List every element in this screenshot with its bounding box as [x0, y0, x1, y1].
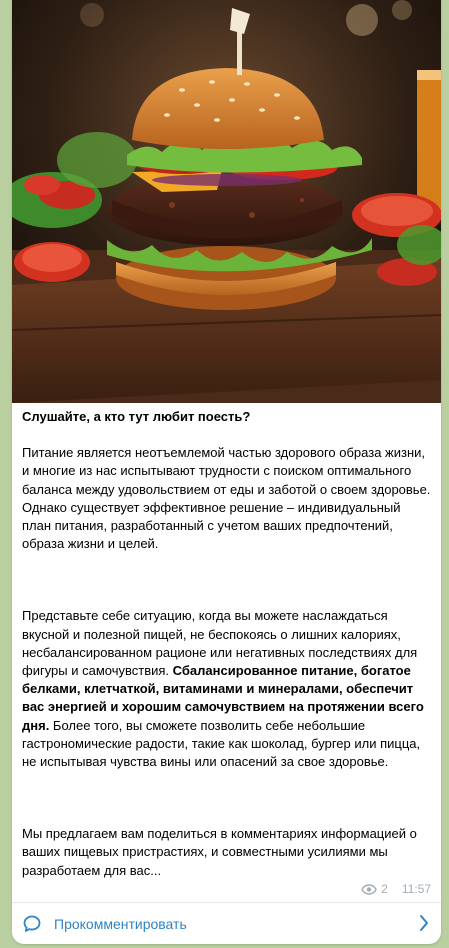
post-paragraph-3: Мы предлагаем вам поделиться в комментар…: [22, 826, 417, 878]
message-meta: 2 11:57: [361, 882, 431, 896]
paragraph-2-end: Более того, вы сможете позволить себе не…: [22, 717, 421, 770]
post-paragraph-1: Питание является неотъемлемой частью здо…: [22, 445, 431, 552]
message-time: 11:57: [401, 882, 431, 896]
comment-button[interactable]: Прокомментировать: [12, 903, 441, 944]
comment-button-label: Прокомментировать: [54, 915, 187, 932]
post-title: Слушайте, а кто тут любит поесть?: [22, 409, 251, 424]
burger-photo[interactable]: [12, 0, 441, 403]
eye-icon: [361, 883, 377, 895]
post-paragraph-2: Представьте себе ситуацию, когда вы може…: [22, 607, 432, 771]
post-text: Слушайте, а кто тут любит поесть? Питани…: [22, 408, 432, 880]
view-count: 2: [381, 882, 388, 896]
chevron-right-icon: [420, 915, 428, 931]
message-bubble: Слушайте, а кто тут любит поесть? Питани…: [12, 0, 441, 944]
speech-bubble-icon: [23, 915, 41, 932]
